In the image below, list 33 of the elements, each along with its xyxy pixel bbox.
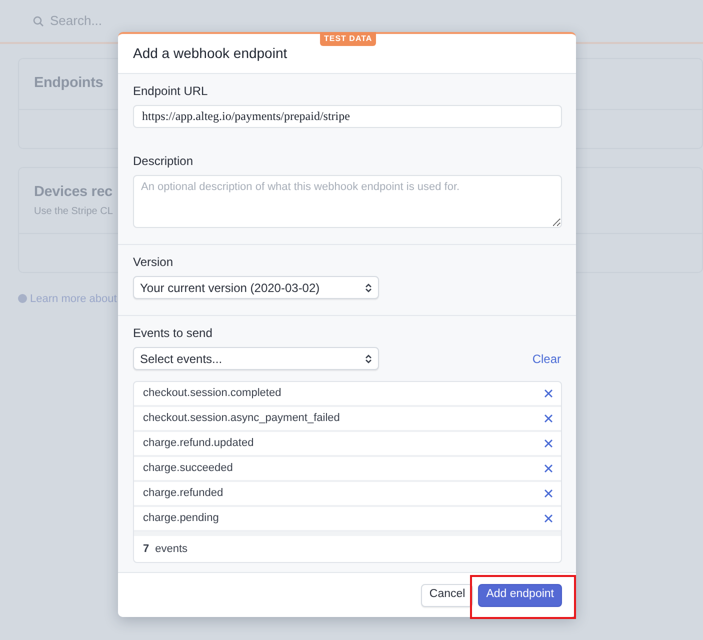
card-title: Endpoints	[34, 74, 104, 93]
events-select[interactable]: Select events...	[133, 347, 379, 370]
event-count-label: events	[155, 542, 188, 557]
search-field[interactable]: Search...	[50, 11, 250, 31]
chevron-updown-icon	[365, 282, 372, 292]
add-endpoint-button[interactable]: Add endpoint	[478, 584, 562, 607]
search-icon	[33, 16, 44, 26]
remove-icon[interactable]	[544, 489, 553, 498]
remove-icon[interactable]	[544, 514, 553, 523]
event-name: charge.pending	[143, 511, 219, 526]
remove-icon[interactable]	[544, 464, 553, 473]
field-label: Description	[133, 153, 194, 170]
remove-icon[interactable]	[544, 439, 553, 448]
test-data-badge: TEST DATA	[320, 32, 376, 46]
clear-link[interactable]: Clear	[532, 350, 561, 368]
card-subtitle: Use the Stripe CL	[34, 204, 113, 218]
event-name: charge.refund.updated	[143, 436, 254, 452]
event-name: charge.succeeded	[143, 461, 233, 476]
description-field[interactable]: An optional description of what this webhook endpoint is used for.	[133, 175, 562, 228]
field-label: Version	[133, 254, 174, 271]
field-label: Endpoint URL	[133, 83, 209, 100]
event-name: checkout.session.completed	[143, 386, 282, 402]
cancel-button[interactable]: Cancel	[421, 584, 474, 607]
remove-icon[interactable]	[544, 414, 553, 423]
field-label: Events to send	[133, 325, 214, 342]
event-name: checkout.session.async_payment_failed	[143, 411, 340, 426]
chevron-updown-icon	[365, 354, 372, 364]
version-select[interactable]: Your current version (2020-03-02)	[133, 276, 379, 299]
url-field[interactable]: https://app.alteg.io/payments/prepaid/stripe	[133, 105, 562, 128]
remove-icon[interactable]	[544, 389, 553, 398]
event-name: charge.refunded	[143, 486, 224, 502]
event-count: 7	[143, 542, 150, 557]
card-title: Devices rec	[34, 182, 112, 202]
